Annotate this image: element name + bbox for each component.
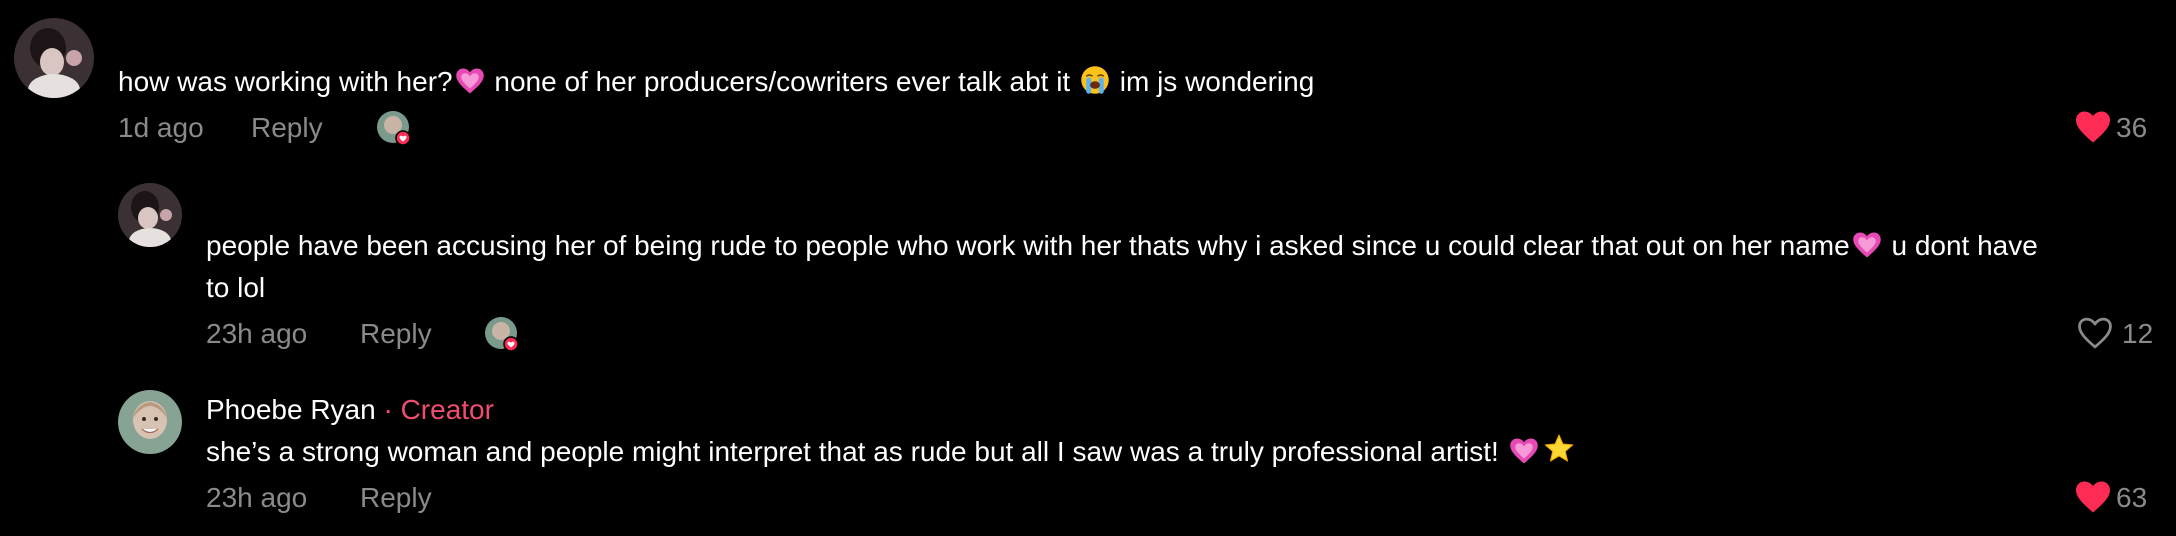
reply-button[interactable]: Reply	[251, 111, 323, 145]
heart-outline-icon[interactable]	[2076, 316, 2114, 350]
heart-filled-icon[interactable]	[2074, 480, 2112, 514]
comment-time: 23h ago	[206, 482, 308, 513]
avatar-creator[interactable]	[118, 390, 182, 454]
comment-text: she’s a strong woman and people might in…	[206, 431, 1577, 477]
pink-heart-emoji	[1852, 229, 1882, 271]
creator-liked-avatar	[376, 110, 412, 146]
pink-heart-emoji	[1509, 435, 1539, 477]
like-count: 12	[2122, 318, 2154, 349]
avatar-commenter[interactable]	[118, 183, 182, 247]
comment-time: 1d ago	[118, 112, 204, 143]
star-emoji	[1543, 433, 1575, 477]
avatar-commenter[interactable]	[14, 18, 94, 98]
creator-liked-avatar	[484, 316, 520, 352]
comment-text: how was working with her? none of her pr…	[118, 61, 1314, 107]
comment-text-part: she’s a strong woman and people might in…	[206, 436, 1507, 467]
comment-text-part: im js wondering	[1111, 66, 1315, 97]
comment-text-part: how was working with her?	[118, 66, 453, 97]
like-count: 63	[2116, 482, 2148, 513]
comment-text: people have been accusing her of being r…	[206, 225, 2038, 271]
comment-time: 23h ago	[206, 318, 308, 349]
comment-text-line2: to lol	[206, 272, 266, 303]
loudly-crying-face-emoji	[1080, 65, 1110, 107]
creator-badge: · Creator	[375, 394, 494, 425]
comment-text-part: none of her producers/cowriters ever tal…	[486, 66, 1078, 97]
username-name[interactable]: Phoebe Ryan	[206, 394, 376, 425]
comment-username[interactable]: Phoebe Ryan · Creator	[206, 393, 494, 427]
comment-text-line1-end: u dont have	[1883, 230, 2038, 261]
heart-filled-icon[interactable]	[2074, 110, 2112, 144]
reply-button[interactable]: Reply	[360, 481, 432, 515]
comment-text-line1: people have been accusing her of being r…	[206, 230, 1850, 261]
like-count: 36	[2116, 112, 2148, 143]
reply-button[interactable]: Reply	[360, 317, 432, 351]
pink-heart-emoji	[455, 65, 485, 107]
